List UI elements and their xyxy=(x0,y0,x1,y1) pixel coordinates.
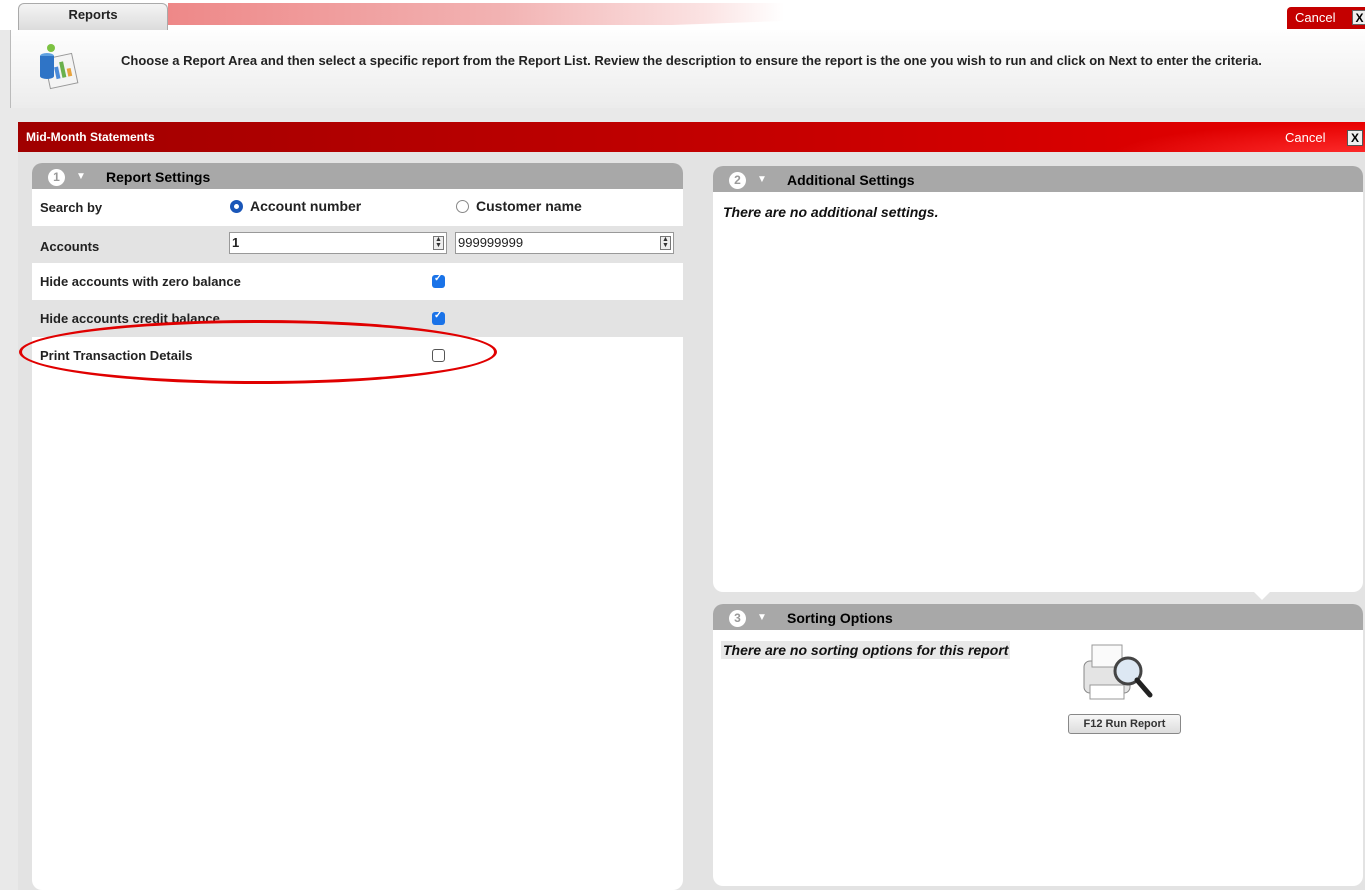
hide-zero-balance-checkbox[interactable] xyxy=(432,273,445,288)
highlight-annotation xyxy=(19,320,497,384)
panel-titlebar: Mid-Month Statements Cancel X xyxy=(18,122,1365,152)
top-close-icon[interactable]: X xyxy=(1352,10,1365,25)
callout-notch xyxy=(1250,588,1274,600)
hide-zero-balance-label: Hide accounts with zero balance xyxy=(40,274,241,289)
report-settings-header[interactable]: 1 ▼ Report Settings xyxy=(32,163,683,189)
hide-zero-balance-row: Hide accounts with zero balance xyxy=(32,263,683,300)
instruction-header: Choose a Report Area and then select a s… xyxy=(10,30,1365,108)
report-settings-section: 1 ▼ Report Settings Search by Account nu… xyxy=(32,163,683,890)
printer-magnifier-icon[interactable] xyxy=(1070,637,1160,707)
search-by-row: Search by Account number Customer name xyxy=(32,189,683,226)
additional-settings-header[interactable]: 2 ▼ Additional Settings xyxy=(713,166,1363,192)
accounts-to-stepper[interactable]: 999999999 ▲ ▼ xyxy=(455,232,674,254)
spinner-arrows-icon[interactable]: ▲ ▼ xyxy=(433,236,444,250)
collapse-triangle-icon[interactable]: ▼ xyxy=(757,166,767,194)
search-by-label: Search by xyxy=(40,200,103,215)
panel-title: Mid-Month Statements xyxy=(26,130,155,144)
panel-close-icon[interactable]: X xyxy=(1347,130,1363,146)
accounts-from-value[interactable]: 1 xyxy=(232,235,239,250)
collapse-triangle-icon[interactable]: ▼ xyxy=(757,604,767,632)
top-cancel-button[interactable]: Cancel X xyxy=(1287,7,1365,29)
radio-unselected-icon[interactable] xyxy=(456,200,469,213)
report-chart-icon xyxy=(40,44,79,90)
radio-selected-icon[interactable] xyxy=(230,200,243,213)
section-title: Sorting Options xyxy=(787,610,893,626)
sorting-options-section: 3 ▼ Sorting Options There are no sorting… xyxy=(713,604,1363,886)
section-number-badge: 3 xyxy=(729,610,746,627)
hide-credit-balance-checkbox[interactable] xyxy=(432,310,445,325)
accounts-row: Accounts 1 ▲ ▼ 999999999 ▲ ▼ xyxy=(32,226,683,263)
section-title: Additional Settings xyxy=(787,172,915,188)
section-number-badge: 1 xyxy=(48,169,65,186)
radio-label: Customer name xyxy=(476,198,582,214)
top-cancel-label: Cancel xyxy=(1295,10,1336,25)
run-report-button[interactable]: F12 Run Report xyxy=(1068,714,1181,734)
no-sorting-options-message: There are no sorting options for this re… xyxy=(721,641,1011,659)
panel-cancel-button[interactable]: Cancel xyxy=(1285,129,1325,146)
titlebar-decoration xyxy=(1105,122,1365,152)
instruction-text: Choose a Report Area and then select a s… xyxy=(121,53,1262,68)
accounts-from-stepper[interactable]: 1 ▲ ▼ xyxy=(229,232,447,254)
section-number-badge: 2 xyxy=(729,172,746,189)
section-title: Report Settings xyxy=(106,169,211,185)
accounts-to-value[interactable]: 999999999 xyxy=(458,235,523,250)
accounts-label: Accounts xyxy=(40,239,100,254)
tab-reports[interactable]: Reports xyxy=(18,3,168,30)
radio-label: Account number xyxy=(250,198,362,214)
report-panel: Mid-Month Statements Cancel X 1 ▼ Report… xyxy=(18,122,1365,890)
tab-ribbon-decoration xyxy=(168,3,1288,25)
spinner-arrows-icon[interactable]: ▲ ▼ xyxy=(660,236,671,250)
additional-settings-section: 2 ▼ Additional Settings There are no add… xyxy=(713,166,1363,592)
top-tab-strip: Reports Cancel X xyxy=(0,0,1365,30)
sorting-options-header[interactable]: 3 ▼ Sorting Options xyxy=(713,604,1363,630)
no-additional-settings-message: There are no additional settings. xyxy=(723,204,939,220)
collapse-triangle-icon[interactable]: ▼ xyxy=(76,163,86,191)
